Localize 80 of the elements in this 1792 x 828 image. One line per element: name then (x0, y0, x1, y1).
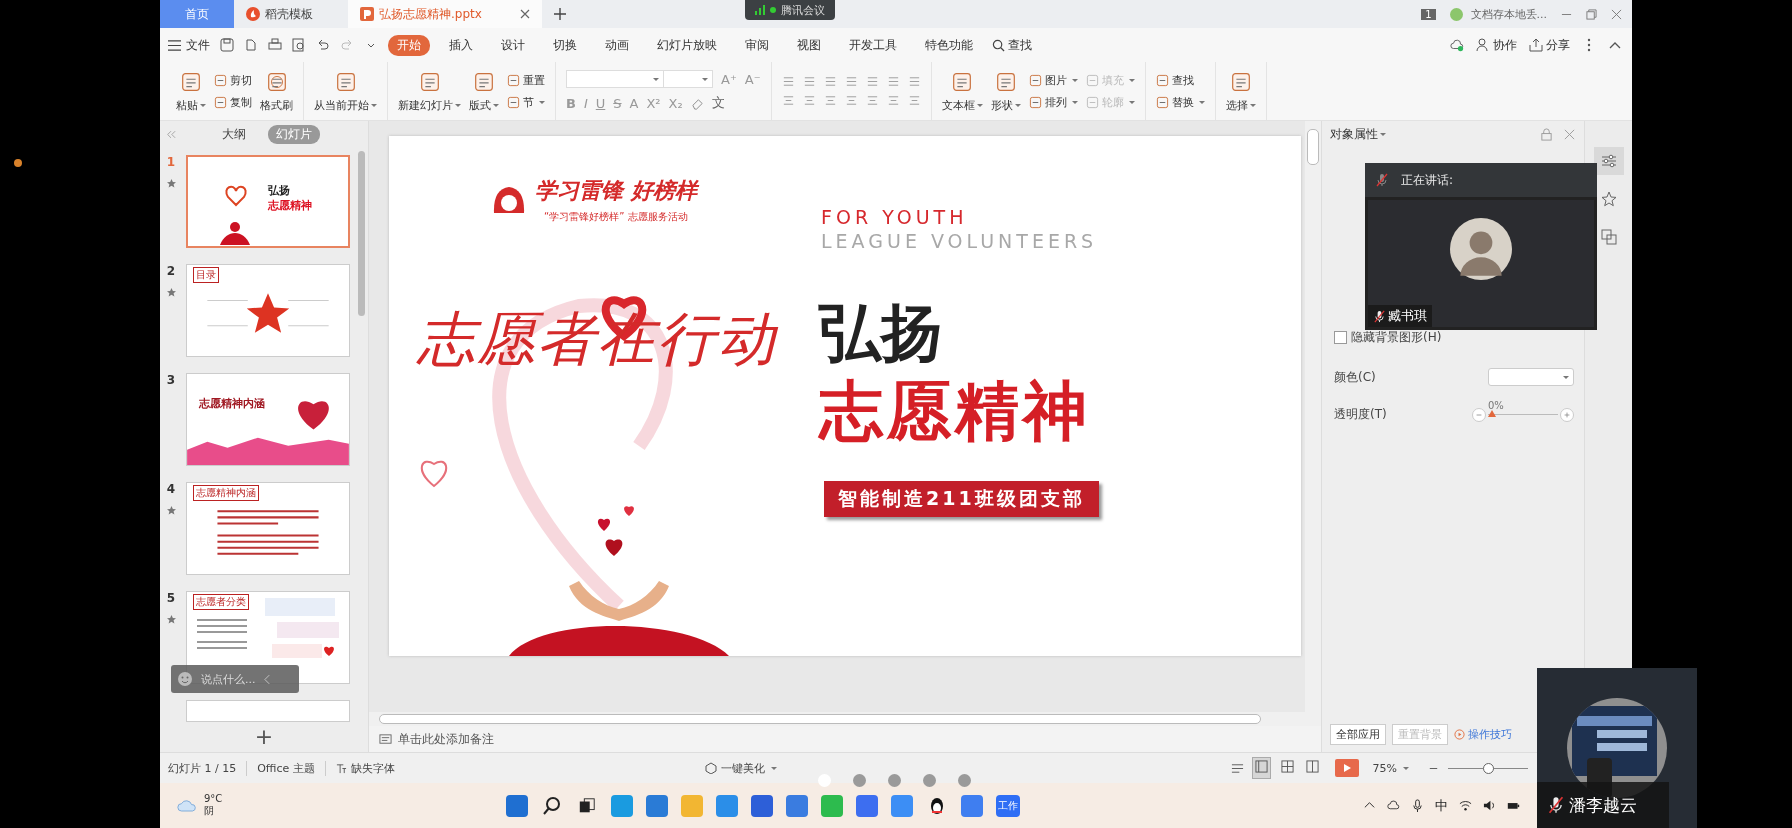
add-slide-button[interactable]: + (254, 726, 274, 748)
chat-toast[interactable]: 说点什么... (171, 665, 299, 693)
ribbon-button[interactable]: 重置 (507, 72, 545, 88)
slide-number: 4 (166, 482, 176, 496)
video-window[interactable]: 正在讲话: 臧书琪 (1365, 163, 1597, 330)
ribbon-button[interactable]: 格式刷 (260, 69, 293, 113)
title-banner: 智能制造211班级团支部 (824, 481, 1099, 517)
slider-value: 0% (1488, 400, 1504, 411)
ribbon-tab[interactable]: 插入 (440, 34, 482, 56)
document-tab[interactable]: 弘扬志愿精神.pptx (348, 0, 542, 28)
input-method-indicator[interactable]: 中 (1435, 796, 1448, 815)
slide-title: 志愿精神 (819, 373, 1091, 450)
slide-thumbnail[interactable]: 志愿精神内涵 (186, 373, 350, 466)
ribbon-button[interactable]: 剪切 (214, 72, 252, 88)
ribbon-button[interactable]: 图片 (1028, 72, 1078, 88)
search-button[interactable]: 查找 (992, 36, 1032, 54)
video-tile[interactable]: 潘李越云 (1537, 668, 1697, 828)
logo-subtitle: “学习雷锋好榜样” 志愿服务活动 (544, 210, 688, 224)
app-icon[interactable]: 工作 (996, 794, 1020, 817)
ribbon-tab[interactable]: 切换 (544, 34, 586, 56)
slide-number: 3 (166, 373, 176, 387)
document-tab[interactable]: 稻壳模板 (234, 0, 348, 28)
tips-link[interactable]: 操作技巧 (1454, 726, 1512, 742)
slide-number: 1 (166, 155, 176, 169)
zoom-level[interactable]: 75% (1372, 761, 1419, 775)
beautify-button[interactable]: 一键美化 (704, 760, 787, 776)
ribbon-button[interactable]: 新建幻灯片 (398, 69, 461, 113)
ribbon-tab[interactable]: 动画 (596, 34, 638, 56)
ribbon-button[interactable]: 替换 (1155, 94, 1205, 110)
ribbon-button[interactable]: 形状 (990, 69, 1021, 113)
ribbon-tab[interactable]: 视图 (788, 34, 830, 56)
ribbon-tab[interactable]: 审阅 (736, 34, 778, 56)
thumbnail-title: 志愿者分类 (193, 594, 249, 610)
thumbnail-title: 志愿精神 (268, 198, 312, 213)
notice-text[interactable]: 文档存本地丢... (1470, 6, 1547, 22)
format-button[interactable]: 文 (711, 94, 725, 112)
panel-tab[interactable]: 大纲 (214, 124, 254, 144)
theme-label[interactable]: Office 主题 (246, 760, 325, 776)
slide-number: 2 (166, 264, 176, 278)
speaking-label: 正在讲话: (1401, 171, 1454, 189)
file-menu[interactable]: 文件 (168, 36, 210, 54)
count-badge[interactable]: 1 (1421, 8, 1436, 20)
field-label: 透明度(T) (1334, 406, 1387, 423)
toolbar-button[interactable]: 协作 (1476, 36, 1517, 54)
panel-button[interactable]: 全部应用 (1330, 723, 1386, 745)
missing-font-button[interactable]: 缺失字体 (324, 760, 405, 776)
slide-thumbnail[interactable]: 弘扬 志愿精神 (186, 155, 350, 248)
meeting-pill[interactable]: 腾讯会议 (745, 0, 835, 20)
english-title: LEAGUE VOLUNTEERS (821, 230, 1098, 252)
ribbon-tab[interactable]: 幻灯片放映 (648, 34, 726, 56)
ribbon-button[interactable]: 文本框 (941, 69, 983, 113)
ribbon-button[interactable]: 版式 (469, 69, 499, 113)
slide-thumbnail[interactable]: 志愿精神内涵 (186, 482, 350, 575)
notes-field[interactable]: 单击此处添加备注 (369, 726, 1321, 752)
ribbon-tab[interactable]: 特色功能 (916, 34, 982, 56)
slide-counter: 幻灯片 1 / 15 (168, 760, 238, 776)
ribbon-button[interactable]: 选择 (1225, 69, 1256, 113)
thumbnail-title: 志愿精神内涵 (199, 396, 265, 411)
ribbon-button[interactable]: 复制 (214, 94, 252, 110)
english-title: FOR YOUTH (821, 206, 968, 228)
ribbon-tab[interactable]: 设计 (492, 34, 534, 56)
panel-title[interactable]: 对象属性 (1330, 125, 1386, 143)
slide-title: 弘扬 (819, 295, 943, 371)
ribbon-button[interactable]: 粘贴 (176, 69, 206, 113)
thumbnail-title: 弘扬 (268, 183, 291, 198)
thumbnail-title: 目录 (193, 267, 219, 283)
participant-name: 臧书琪 (1368, 305, 1432, 327)
ribbon-button[interactable]: 排列 (1028, 94, 1078, 110)
ribbon-button[interactable]: 从当前开始 (314, 69, 377, 113)
thumbnail-title: 志愿精神内涵 (193, 485, 259, 501)
ribbon-tab[interactable]: 开发工具 (840, 34, 906, 56)
checkbox-label[interactable]: 隐藏背景图形(H) (1351, 329, 1442, 346)
ribbon-button[interactable]: 节 (507, 94, 545, 110)
slide-thumbnail[interactable]: 目录 (186, 264, 350, 357)
slide-number: 5 (166, 591, 176, 605)
weather-widget[interactable]: 9°C 阴 (176, 793, 506, 818)
participant-name: 潘李越云 (1537, 782, 1669, 828)
ribbon-button[interactable]: 查找 (1155, 72, 1205, 88)
field-label: 颜色(C) (1334, 368, 1376, 386)
toolbar-button[interactable]: 分享 (1529, 36, 1570, 54)
